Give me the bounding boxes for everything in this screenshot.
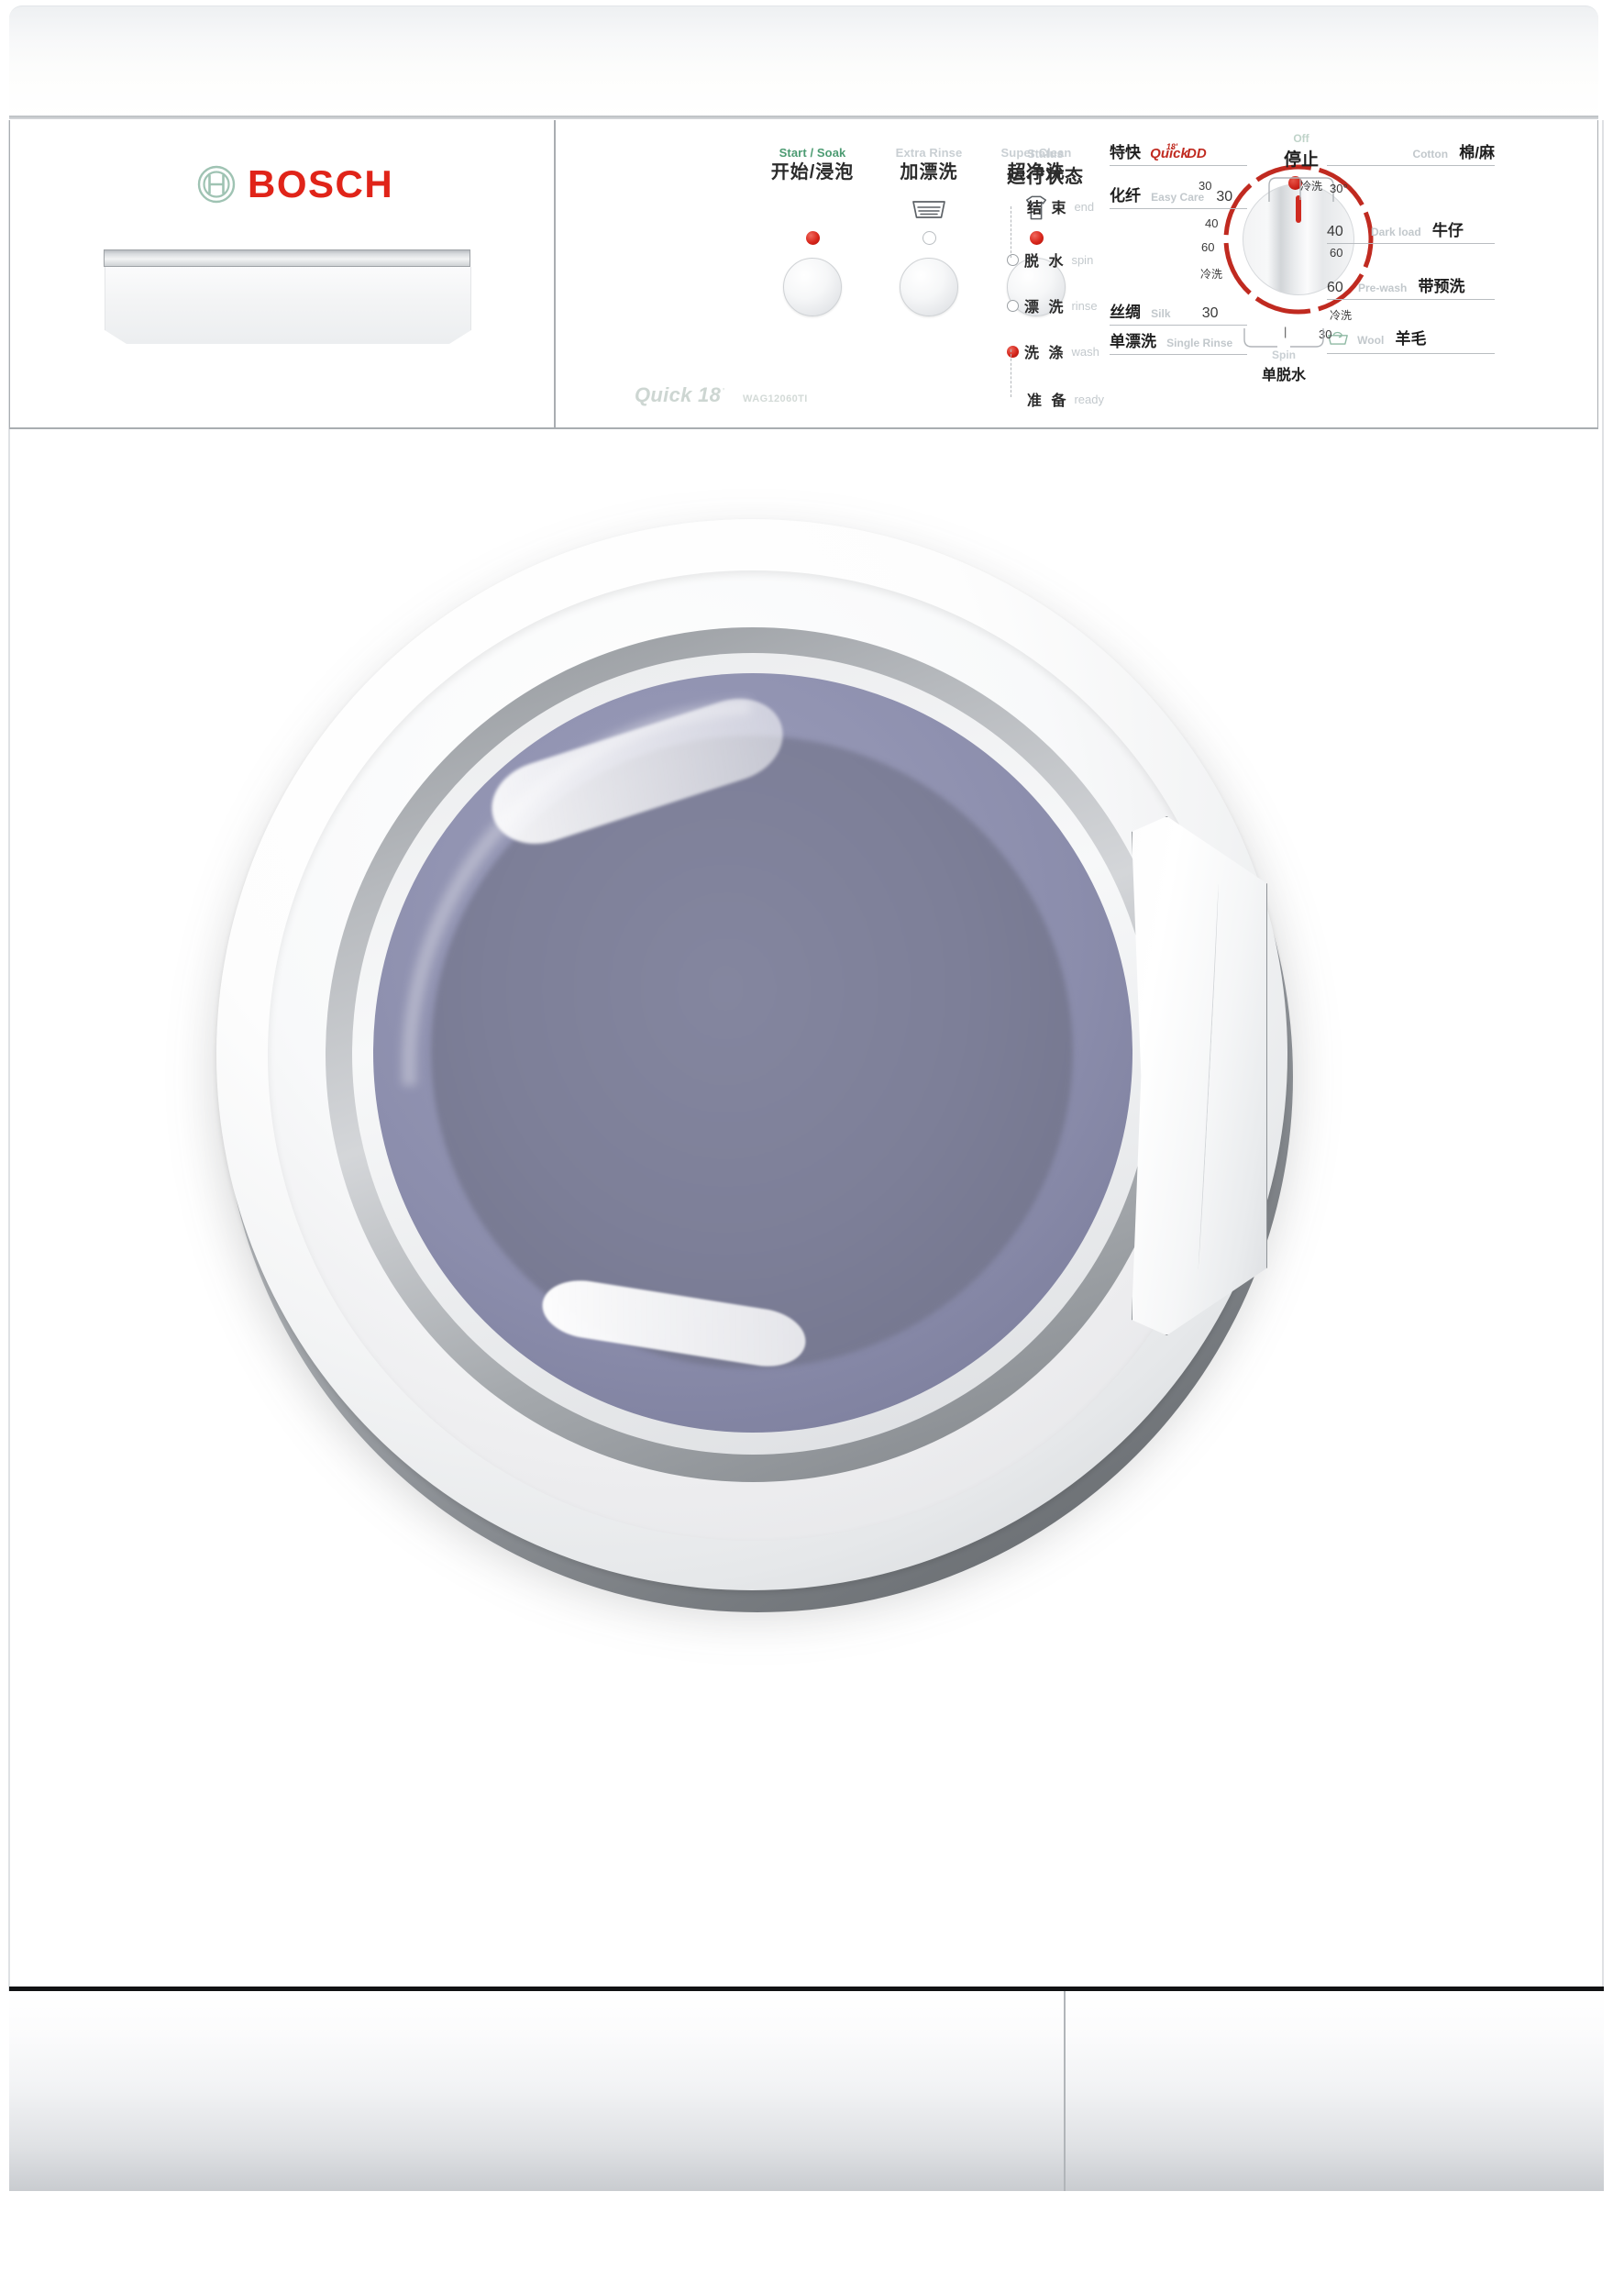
status-item-spin-cn: 脱 水 bbox=[1024, 254, 1066, 270]
dial-spin-tick: | bbox=[1284, 325, 1287, 338]
dial-program-quick-cn: 特快 bbox=[1110, 144, 1141, 161]
machine-top-lid bbox=[9, 6, 1598, 118]
bosch-armature-icon bbox=[197, 165, 236, 204]
dial-program-wool-en: Wool bbox=[1357, 334, 1385, 347]
dial-program-quick-arrow: DD bbox=[1187, 146, 1207, 161]
dial-tick-right-30deg: 30° bbox=[1330, 182, 1348, 195]
model-series-superscript: ' bbox=[723, 387, 725, 397]
drawer-lip bbox=[104, 249, 470, 267]
model-badge: Quick 18 ' WAG12060TI bbox=[635, 383, 808, 407]
dial-program-easycare-temp: 30 bbox=[1216, 189, 1233, 205]
dial-program-quick: 特快 Quick18' DD bbox=[1110, 139, 1247, 166]
program-selector-dial-area: Off 停止 特快 Quick18' DD 化纤 Easy Care 30 丝绸 … bbox=[1110, 132, 1579, 385]
dial-program-prewash: 60 Pre-wash 带预洗 bbox=[1327, 273, 1495, 300]
led-extra-rinse bbox=[922, 230, 936, 245]
dial-program-cotton-cn: 棉/麻 bbox=[1459, 144, 1495, 161]
dial-tick-right-60: 60 bbox=[1330, 246, 1343, 260]
dial-program-wool-cn: 羊毛 bbox=[1395, 330, 1427, 348]
button-extra-rinse-en: Extra Rinse bbox=[895, 146, 963, 160]
dial-program-single-rinse: 单漂洗 Single Rinse bbox=[1110, 328, 1247, 355]
dial-program-quick-badge: 18' bbox=[1166, 142, 1178, 151]
bosch-logo: BOSCH bbox=[197, 165, 393, 204]
dial-tick-right-cold-bottom: 冷洗 bbox=[1330, 309, 1353, 322]
status-item-rinse-en: rinse bbox=[1071, 298, 1098, 313]
dial-label-spin-en: Spin bbox=[1272, 349, 1296, 361]
button-start-soak-icon-slot bbox=[761, 193, 864, 224]
dial-program-darkload: 40 Dark load 牛仔 bbox=[1327, 217, 1495, 244]
washing-machine-product-image: BOSCH Quick 18 ' WAG12060TI Start / Soak… bbox=[0, 0, 1624, 2280]
dial-program-easycare: 化纤 Easy Care 30 bbox=[1110, 183, 1247, 209]
dial-program-prewash-en: Pre-wash bbox=[1357, 282, 1408, 294]
service-plinth-panel bbox=[9, 1991, 1604, 2191]
push-button-extra-rinse[interactable] bbox=[900, 257, 958, 316]
push-button-start-soak[interactable] bbox=[783, 257, 842, 316]
dial-program-wool: Wool 羊毛 bbox=[1327, 326, 1495, 354]
top-lid-shadow bbox=[9, 116, 1598, 119]
dial-label-spin-cn: 单脱水 bbox=[1261, 368, 1306, 383]
status-item-end-en: end bbox=[1074, 199, 1095, 214]
button-extra-rinse-cn: 加漂洗 bbox=[900, 161, 958, 183]
dial-program-silk-en: Silk bbox=[1151, 307, 1171, 320]
plinth-seam bbox=[1064, 1991, 1066, 2191]
button-start-soak-en: Start / Soak bbox=[779, 146, 846, 160]
dial-label-spin: Spin 单脱水 bbox=[1247, 349, 1320, 384]
drawer-face bbox=[105, 267, 471, 344]
model-series: Quick 18 bbox=[635, 383, 722, 406]
status-item-wash-en: wash bbox=[1071, 344, 1099, 359]
body-right-edge bbox=[1602, 120, 1604, 1991]
bosch-wordmark: BOSCH bbox=[248, 162, 394, 205]
status-item-end-cn: 结 束 bbox=[1027, 201, 1069, 216]
status-bracket-top bbox=[1011, 206, 1026, 258]
dial-tick-left-40: 40 bbox=[1205, 216, 1219, 230]
button-start-soak-cn: 开始/浸泡 bbox=[770, 161, 855, 183]
dial-program-prewash-temp: 60 bbox=[1327, 280, 1343, 295]
status-item-ready-cn: 准 备 bbox=[1027, 393, 1069, 409]
led-start-soak bbox=[805, 230, 820, 245]
dial-program-single-rinse-cn: 单漂洗 bbox=[1110, 333, 1156, 350]
door-handle[interactable] bbox=[1132, 816, 1267, 1335]
control-panel-divider bbox=[554, 120, 556, 428]
status-item-spin-en: spin bbox=[1071, 252, 1094, 267]
dial-tick-left-cold: 冷洗 bbox=[1200, 268, 1223, 281]
dial-program-prewash-cn: 带预洗 bbox=[1418, 278, 1465, 295]
dial-program-single-rinse-en: Single Rinse bbox=[1166, 337, 1233, 349]
dial-program-silk: 丝绸 Silk 30 bbox=[1110, 299, 1247, 326]
dial-program-darkload-temp: 40 bbox=[1327, 224, 1343, 239]
button-start-soak[interactable]: Start / Soak 开始/浸泡 bbox=[761, 147, 864, 316]
control-panel-bottom-edge bbox=[9, 427, 1598, 429]
dial-program-easycare-en: Easy Care bbox=[1151, 191, 1205, 204]
button-extra-rinse[interactable]: Extra Rinse 加漂洗 bbox=[878, 147, 980, 316]
detergent-dispenser-drawer[interactable] bbox=[104, 249, 471, 346]
status-led-rinse bbox=[1007, 299, 1019, 312]
dial-program-darkload-en: Dark load bbox=[1370, 226, 1421, 238]
status-item-wash-cn: 洗 涤 bbox=[1024, 346, 1066, 361]
dial-program-silk-cn: 丝绸 bbox=[1110, 304, 1141, 321]
model-code: WAG12060TI bbox=[743, 393, 808, 404]
dial-tick-right-cold-top: 冷洗 bbox=[1300, 180, 1323, 193]
status-item-spin: 脱 水 spin bbox=[1007, 247, 1135, 272]
status-bracket-bottom bbox=[1011, 349, 1026, 397]
dial-tick-left-60: 60 bbox=[1201, 240, 1215, 254]
dial-program-cotton-en: Cotton bbox=[1412, 148, 1449, 160]
dial-program-darkload-cn: 牛仔 bbox=[1431, 222, 1464, 239]
status-item-ready-en: ready bbox=[1074, 392, 1104, 406]
washer-door[interactable] bbox=[156, 470, 1375, 1689]
dial-tick-left-30-inner: 30 bbox=[1199, 179, 1212, 193]
dial-program-cotton: Cotton 棉/麻 bbox=[1327, 139, 1495, 166]
dial-program-silk-temp: 30 bbox=[1201, 305, 1219, 321]
wash-tub-icon bbox=[878, 193, 980, 224]
status-item-ready: 准 备 ready bbox=[1007, 386, 1135, 412]
dial-program-easycare-cn: 化纤 bbox=[1110, 187, 1141, 205]
status-item-rinse-cn: 漂 洗 bbox=[1024, 300, 1066, 315]
